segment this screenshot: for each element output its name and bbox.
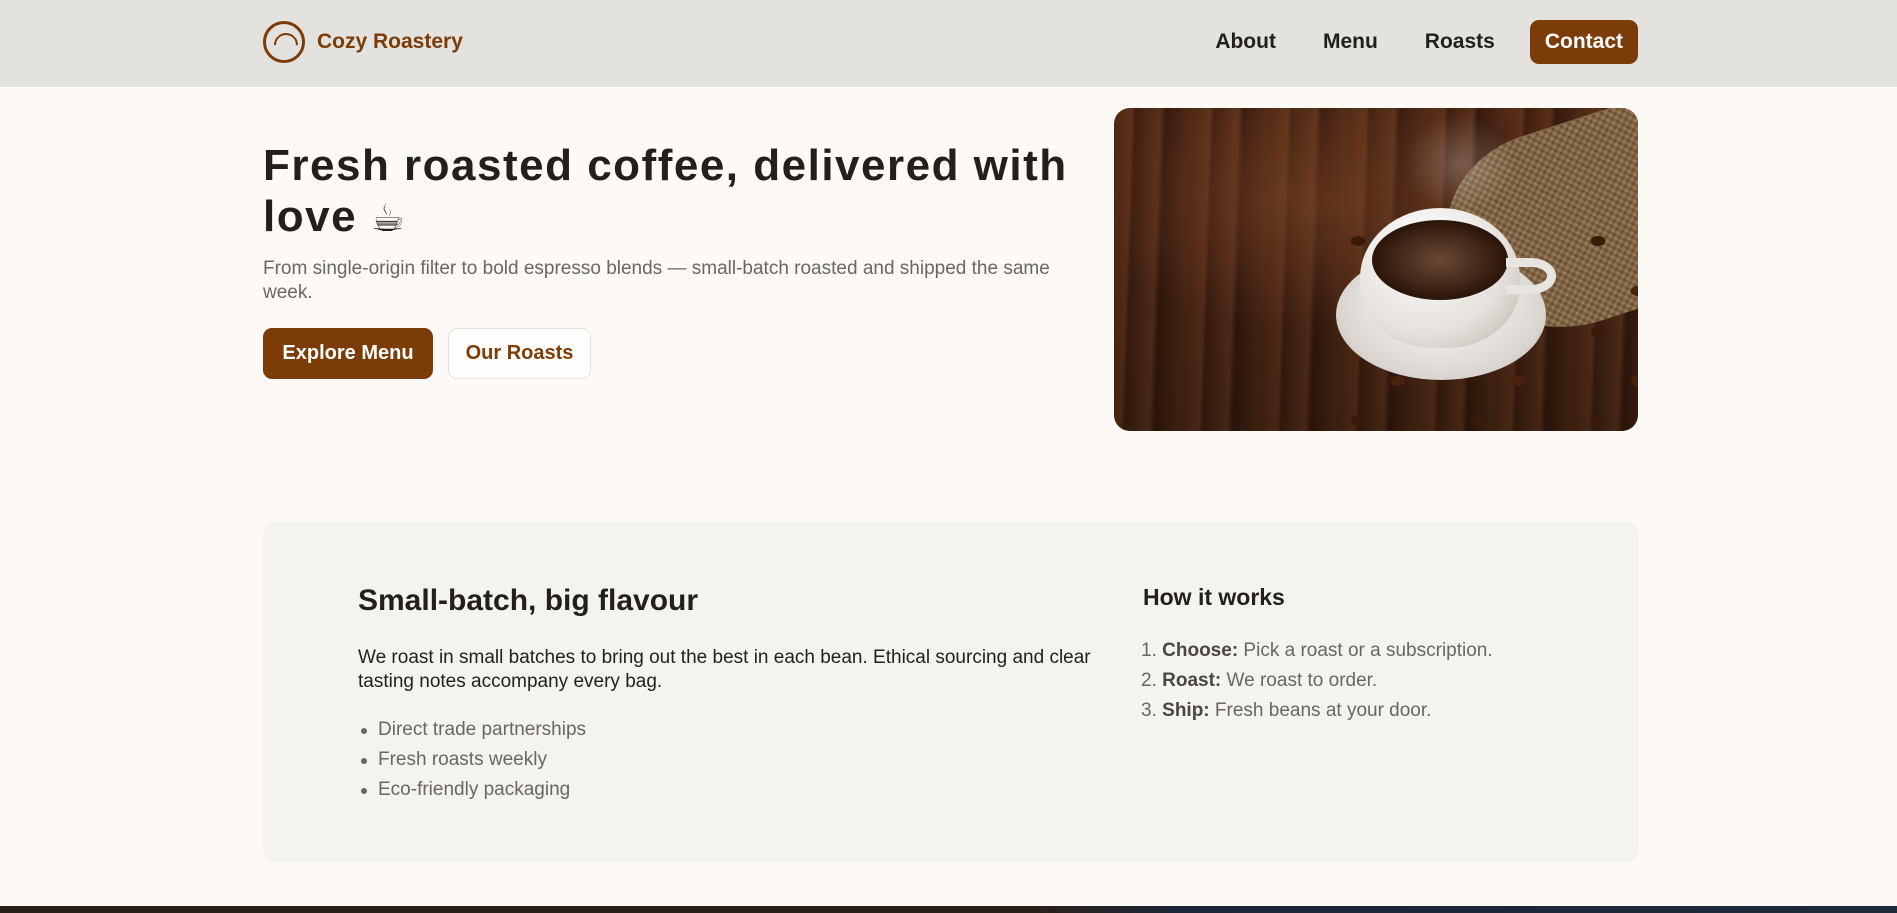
step-number: 3. bbox=[1141, 700, 1157, 721]
step-number: 1. bbox=[1141, 640, 1157, 661]
cup-handle-graphic bbox=[1506, 258, 1556, 294]
step-term: Choose: bbox=[1162, 640, 1239, 661]
step-desc: Fresh beans at your door. bbox=[1214, 700, 1432, 721]
features-text: We roast in small batches to bring out t… bbox=[358, 647, 1091, 692]
step-number: 2. bbox=[1141, 670, 1157, 691]
brand-name: Cozy Roastery bbox=[317, 30, 463, 53]
how-step: 2. Roast: We roast to order. bbox=[1141, 666, 1493, 696]
steam-graphic bbox=[1404, 114, 1514, 214]
feature-item: Eco-friendly packaging bbox=[358, 775, 586, 805]
hero-subtitle: From single-origin filter to bold espres… bbox=[263, 258, 1050, 303]
nav-menu[interactable]: Menu bbox=[1323, 20, 1378, 64]
hero-title: Fresh roasted coffee, delivered with lov… bbox=[263, 140, 1083, 244]
step-desc: Pick a roast or a subscription. bbox=[1243, 640, 1493, 661]
coffee-cup-icon: ☕ bbox=[370, 196, 407, 240]
nav-roasts[interactable]: Roasts bbox=[1425, 20, 1495, 64]
features-card: Small-batch, big flavour We roast in sma… bbox=[263, 522, 1638, 862]
brand-link[interactable]: Cozy Roastery bbox=[263, 21, 463, 63]
step-term: Ship: bbox=[1162, 700, 1210, 721]
hero-coffee-image bbox=[1114, 108, 1638, 431]
explore-menu-button[interactable]: Explore Menu bbox=[263, 328, 433, 379]
brand-logo-icon bbox=[263, 21, 305, 63]
features-title: Small-batch, big flavour bbox=[358, 584, 699, 617]
how-it-works-list: 1. Choose: Pick a roast or a subscriptio… bbox=[1141, 636, 1493, 726]
step-term: Roast: bbox=[1162, 670, 1222, 691]
site-header: Cozy Roastery About Menu Roasts Contact bbox=[0, 0, 1897, 87]
how-it-works-title: How it works bbox=[1143, 584, 1285, 610]
how-step: 3. Ship: Fresh beans at your door. bbox=[1141, 696, 1493, 726]
step-desc: We roast to order. bbox=[1226, 670, 1378, 691]
our-roasts-button[interactable]: Our Roasts bbox=[448, 328, 591, 379]
nav-about[interactable]: About bbox=[1215, 20, 1276, 64]
feature-item: Fresh roasts weekly bbox=[358, 745, 586, 775]
features-list: Direct trade partnerships Fresh roasts w… bbox=[358, 715, 586, 805]
coffee-surface-graphic bbox=[1372, 220, 1508, 300]
how-step: 1. Choose: Pick a roast or a subscriptio… bbox=[1141, 636, 1493, 666]
feature-item: Direct trade partnerships bbox=[358, 715, 586, 745]
main-nav: About Menu Roasts Contact bbox=[1215, 20, 1638, 64]
footer-edge bbox=[0, 906, 1897, 913]
nav-contact-button[interactable]: Contact bbox=[1529, 20, 1638, 64]
